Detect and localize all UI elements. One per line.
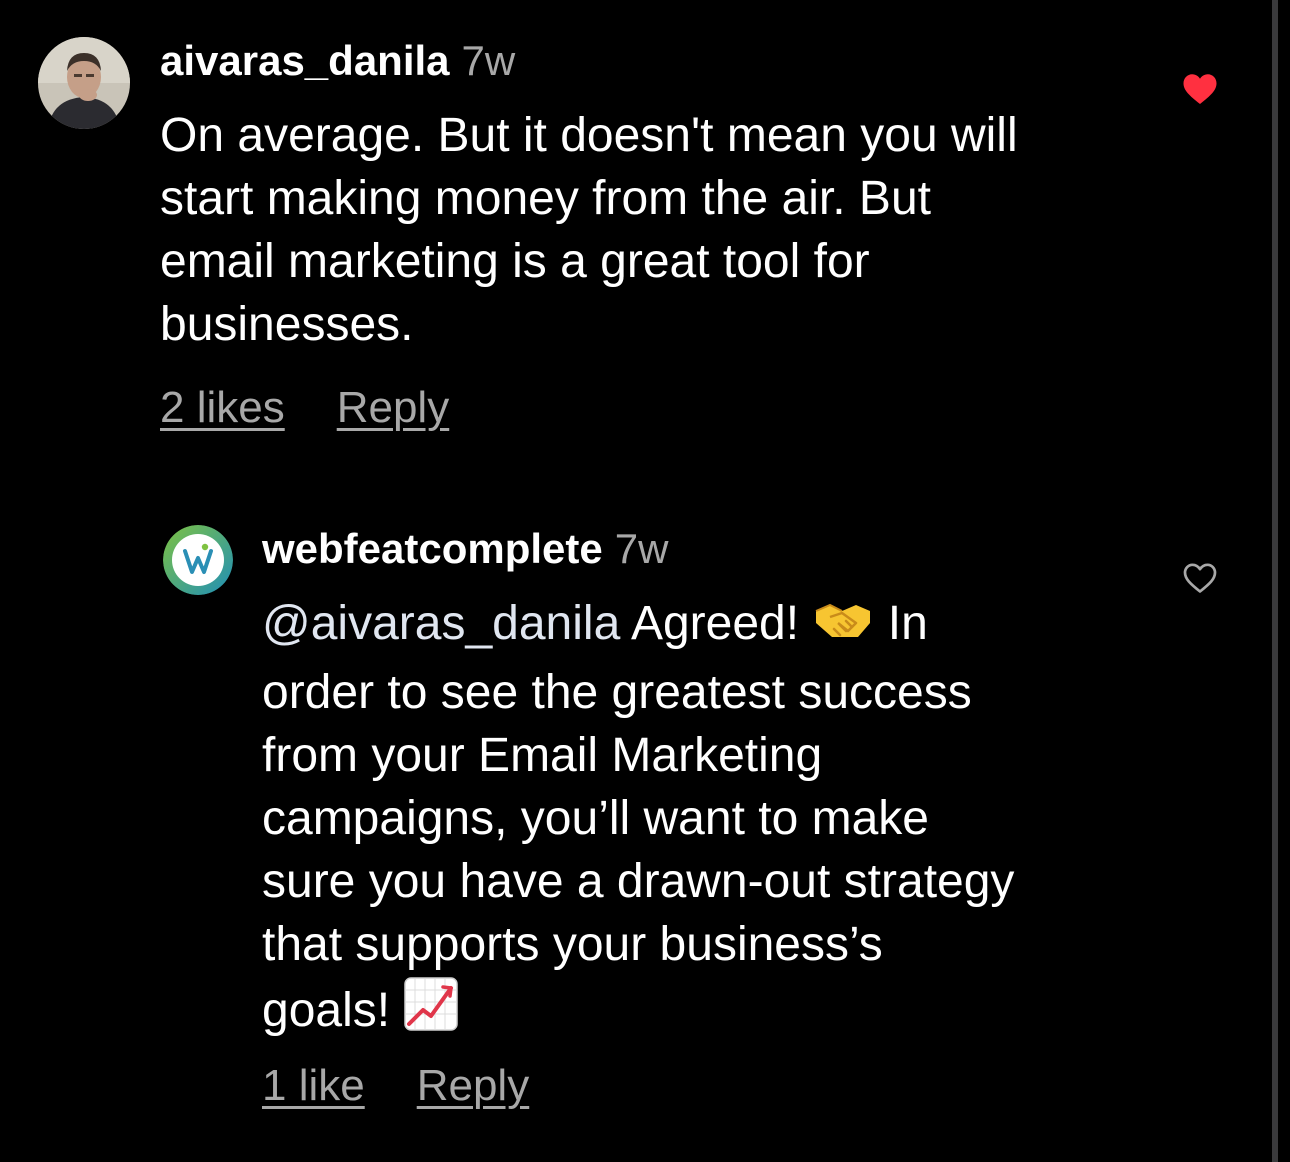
avatar[interactable] — [163, 525, 233, 595]
likes-count-link[interactable]: 2 likes — [160, 383, 285, 432]
username[interactable]: webfeatcomplete — [262, 525, 603, 572]
reply-button[interactable]: Reply — [337, 383, 450, 432]
comment-actions: 1 like Reply — [262, 1060, 581, 1112]
username[interactable]: aivaras_danila — [160, 37, 450, 84]
heart-filled-icon — [1183, 74, 1217, 104]
mention-link[interactable]: @aivaras_danila — [262, 597, 620, 650]
reply-button[interactable]: Reply — [417, 1061, 530, 1110]
like-button[interactable] — [1182, 72, 1218, 106]
comment-actions: 2 likes Reply — [160, 382, 501, 434]
handshake-emoji-icon — [812, 597, 874, 661]
scrollbar[interactable] — [1272, 0, 1278, 1162]
avatar[interactable] — [38, 37, 130, 129]
comment-text: @aivaras_danila Agreed! In order to see … — [262, 592, 1162, 1048]
comment-line: campaigns, you’ll want to make — [262, 792, 929, 845]
comment-line: businesses. — [160, 298, 414, 351]
comment-line: goals! — [262, 976, 1162, 1048]
comment-line: email marketing is a great tool for — [160, 235, 870, 288]
comment-text: On average. But it doesn't mean you will… — [160, 104, 1160, 356]
comment-line: sure you have a drawn-out strategy — [262, 855, 1015, 908]
comment-line: @aivaras_danila Agreed! In — [262, 592, 1162, 661]
comment: aivaras_danila 7w On average. But it does… — [0, 0, 1270, 460]
comment-text-segment: Agreed! — [620, 597, 813, 650]
heart-outline-icon — [1183, 563, 1217, 593]
comment-text-segment: goals! — [262, 984, 404, 1037]
comment-line: order to see the greatest success — [262, 666, 972, 719]
comment-line: start making money from the air. But — [160, 172, 931, 225]
reply-comment: webfeatcomplete 7w @aivaras_danila Agreed… — [0, 500, 1270, 1140]
comment-header: aivaras_danila 7w — [160, 36, 515, 86]
comment-header: webfeatcomplete 7w — [262, 524, 668, 574]
comment-line: On average. But it doesn't mean you will — [160, 109, 1018, 162]
comment-line: that supports your business’s — [262, 918, 883, 971]
like-button[interactable] — [1182, 561, 1218, 595]
timestamp: 7w — [461, 37, 516, 84]
chart-increasing-emoji-icon — [403, 976, 459, 1048]
user-photo-avatar-icon — [38, 37, 130, 129]
webfeat-logo-avatar-icon — [163, 525, 233, 595]
comment-line: from your Email Marketing — [262, 729, 823, 782]
likes-count-link[interactable]: 1 like — [262, 1061, 365, 1110]
timestamp: 7w — [614, 525, 669, 572]
comment-text-segment: In — [874, 597, 928, 650]
